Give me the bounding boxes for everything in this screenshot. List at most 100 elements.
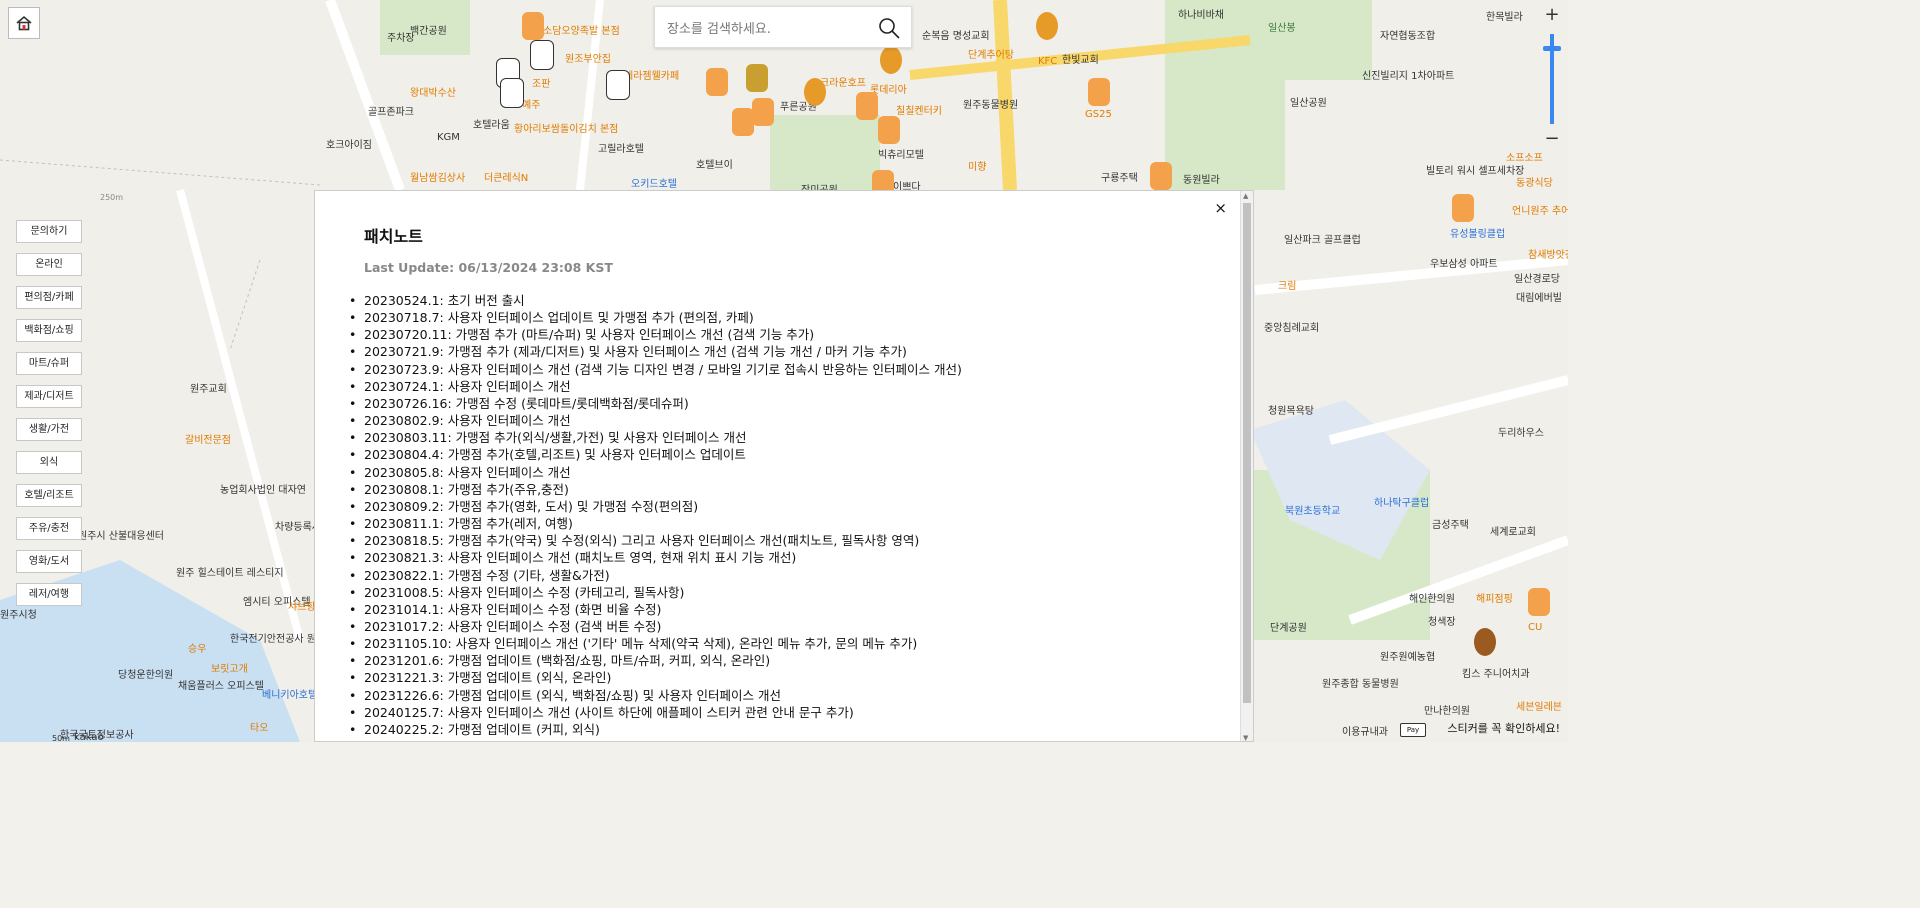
map-label: 세계로교회	[1490, 527, 1536, 538]
category-button-living-appliance[interactable]: 생활/가전	[16, 418, 82, 441]
map-label: 당청운한의원	[118, 670, 174, 681]
food-marker-icon[interactable]	[1036, 12, 1058, 40]
list-item: 20230805.8: 사용자 인터페이스 개선	[349, 464, 962, 481]
store-marker-icon[interactable]	[1452, 194, 1474, 222]
map-label: 대림에버빌	[1516, 293, 1562, 304]
close-icon[interactable]: ×	[1214, 199, 1227, 217]
map-label: 원주시 산불대응센터	[78, 531, 164, 542]
zoom-in-button[interactable]: +	[1540, 4, 1564, 26]
food-marker-icon[interactable]	[1474, 628, 1496, 656]
map-label: 두리하우스	[1498, 428, 1544, 439]
category-button-online[interactable]: 온라인	[16, 253, 82, 276]
map-label: 농업회사법인 대자연	[220, 485, 306, 496]
category-button-movie-book[interactable]: 영화/도서	[16, 550, 82, 573]
list-item: 20231221.3: 가맹점 업데이트 (외식, 온라인)	[349, 669, 962, 686]
map-label: 보릿고개	[211, 664, 248, 675]
category-button-inquiry[interactable]: 문의하기	[16, 220, 82, 243]
map-label: 우보삼성 아파트	[1430, 259, 1498, 270]
scrollbar-thumb[interactable]	[1243, 203, 1251, 703]
map-label: 칠칠켄터키	[896, 106, 942, 117]
map-label: 더큰레식N	[484, 173, 529, 184]
list-item: 20231014.1: 사용자 인터페이스 수정 (화면 비율 수정)	[349, 601, 962, 618]
list-item: 20230721.9: 가맹점 추가 (제과/디저트) 및 사용자 인터페이스 …	[349, 343, 962, 360]
food-marker-icon[interactable]	[880, 46, 902, 74]
map-label: kakao	[74, 732, 104, 742]
list-item: 20230811.1: 가맹점 추가(레저, 여행)	[349, 515, 962, 532]
home-button[interactable]	[8, 7, 40, 39]
list-item: 20231226.6: 가맹점 업데이트 (외식, 백화점/쇼핑) 및 사용자 …	[349, 687, 962, 704]
list-item: 20240225.2: 가맹점 업데이트 (커피, 외식)	[349, 721, 962, 738]
map-label: 50m	[52, 734, 70, 742]
map-label: 구룡주택	[1101, 173, 1138, 184]
search-input[interactable]	[665, 16, 869, 42]
store-marker-icon[interactable]	[1528, 588, 1550, 616]
store-marker-icon[interactable]	[1088, 78, 1110, 106]
map-label: CU	[1528, 622, 1543, 633]
map-label: 미향	[968, 162, 987, 173]
list-item: 20240125.7: 사용자 인터페이스 개선 (사이트 하단에 애플페이 스…	[349, 704, 962, 721]
list-item: 20230802.9: 사용자 인터페이스 개선	[349, 412, 962, 429]
bakery-marker-icon[interactable]	[746, 64, 768, 92]
map-label: 오키드호텔	[631, 179, 677, 190]
map-label: 원주종합 동물병원	[1322, 679, 1399, 690]
food-marker-icon[interactable]	[804, 78, 826, 106]
coffee-marker-icon[interactable]	[606, 70, 630, 100]
map-label: 빅츄리모텔	[878, 150, 924, 161]
list-item: 20230524.1: 초기 버전 출시	[349, 292, 962, 309]
sticker-notice-text: 스티커를 꼭 확인하세요!	[1447, 722, 1560, 735]
map-label: 한목빌라	[1486, 12, 1523, 23]
category-button-bakery-dessert[interactable]: 제과/디저트	[16, 385, 82, 408]
category-button-department-shopping[interactable]: 백화점/쇼핑	[16, 319, 82, 342]
list-item: 20230804.4: 가맹점 추가(호텔,리조트) 및 사용자 인터페이스 업…	[349, 446, 962, 463]
store-marker-icon[interactable]	[1150, 162, 1172, 190]
map-label: 원주동물병원	[963, 100, 1019, 111]
store-marker-icon[interactable]	[732, 108, 754, 136]
map-label: 타오	[250, 723, 269, 734]
map-label: 조판	[532, 79, 551, 90]
map-label: 샤브향	[288, 602, 316, 613]
map-label: 단계공원	[1270, 623, 1307, 634]
map-label: 자연협동조합	[1380, 31, 1436, 42]
map-label: 순복음 명성교회	[922, 31, 990, 42]
map-label: 해인한의원	[1409, 594, 1455, 605]
category-button-leisure-travel[interactable]: 레저/여행	[16, 583, 82, 606]
map-label: 만나한의원	[1424, 706, 1470, 717]
store-marker-icon[interactable]	[856, 92, 878, 120]
map-label: 중앙침례교회	[1264, 323, 1320, 334]
map-label: 동원빌라	[1183, 175, 1220, 186]
category-button-convenience-cafe[interactable]: 편의점/카페	[16, 286, 82, 309]
list-item: 20231105.10: 사용자 인터페이스 개선 ('기타' 메뉴 삭제(약국…	[349, 635, 962, 652]
coffee-marker-icon[interactable]	[530, 40, 554, 70]
category-button-gas-charging[interactable]: 주유/충전	[16, 517, 82, 540]
store-marker-icon[interactable]	[522, 12, 544, 40]
map-label: 고릴라호텔	[598, 144, 644, 155]
scroll-down-icon[interactable]: ▼	[1243, 734, 1248, 741]
category-button-hotel-resort[interactable]: 호텔/리조트	[16, 484, 82, 507]
scroll-up-icon[interactable]: ▲	[1243, 192, 1248, 200]
list-item: 20231201.6: 가맹점 업데이트 (백화점/쇼핑, 마트/슈퍼, 커피,…	[349, 652, 962, 669]
map-label: 승우	[188, 644, 207, 655]
category-button-dining[interactable]: 외식	[16, 451, 82, 474]
map-label: 황아리보쌈돌이김치 본점	[514, 124, 619, 135]
search-icon[interactable]	[877, 16, 901, 40]
list-item: 20230723.9: 사용자 인터페이스 개선 (검색 기능 디자인 변경 /…	[349, 361, 962, 378]
search-bar	[654, 6, 912, 48]
apple-pay-badge: Pay	[1400, 723, 1426, 737]
category-button-mart-super[interactable]: 마트/슈퍼	[16, 352, 82, 375]
map-label: 참새방앗간	[1528, 250, 1568, 261]
category-menu: 문의하기 온라인 편의점/카페 백화점/쇼핑 마트/슈퍼 제과/디저트 생활/가…	[16, 220, 82, 616]
list-item: 20230818.5: 가맹점 추가(약국) 및 수정(외식) 그리고 사용자 …	[349, 532, 962, 549]
list-item: 20230718.7: 사용자 인터페이스 업데이트 및 가맹점 추가 (편의점…	[349, 309, 962, 326]
map-label: 청색장	[1428, 617, 1456, 628]
coffee-marker-icon[interactable]	[500, 78, 524, 108]
zoom-slider-handle[interactable]	[1543, 46, 1561, 51]
list-item: 20230724.1: 사용자 인터페이스 개선	[349, 378, 962, 395]
zoom-out-button[interactable]: −	[1540, 128, 1564, 150]
store-marker-icon[interactable]	[878, 116, 900, 144]
modal-scrollbar[interactable]: ▲ ▼	[1240, 191, 1253, 741]
store-marker-icon[interactable]	[752, 98, 774, 126]
modal-title: 패치노트	[364, 227, 423, 246]
map-label: 원조부안집	[565, 54, 611, 65]
store-marker-icon[interactable]	[706, 68, 728, 96]
map-label: 크라운호프	[820, 78, 866, 89]
